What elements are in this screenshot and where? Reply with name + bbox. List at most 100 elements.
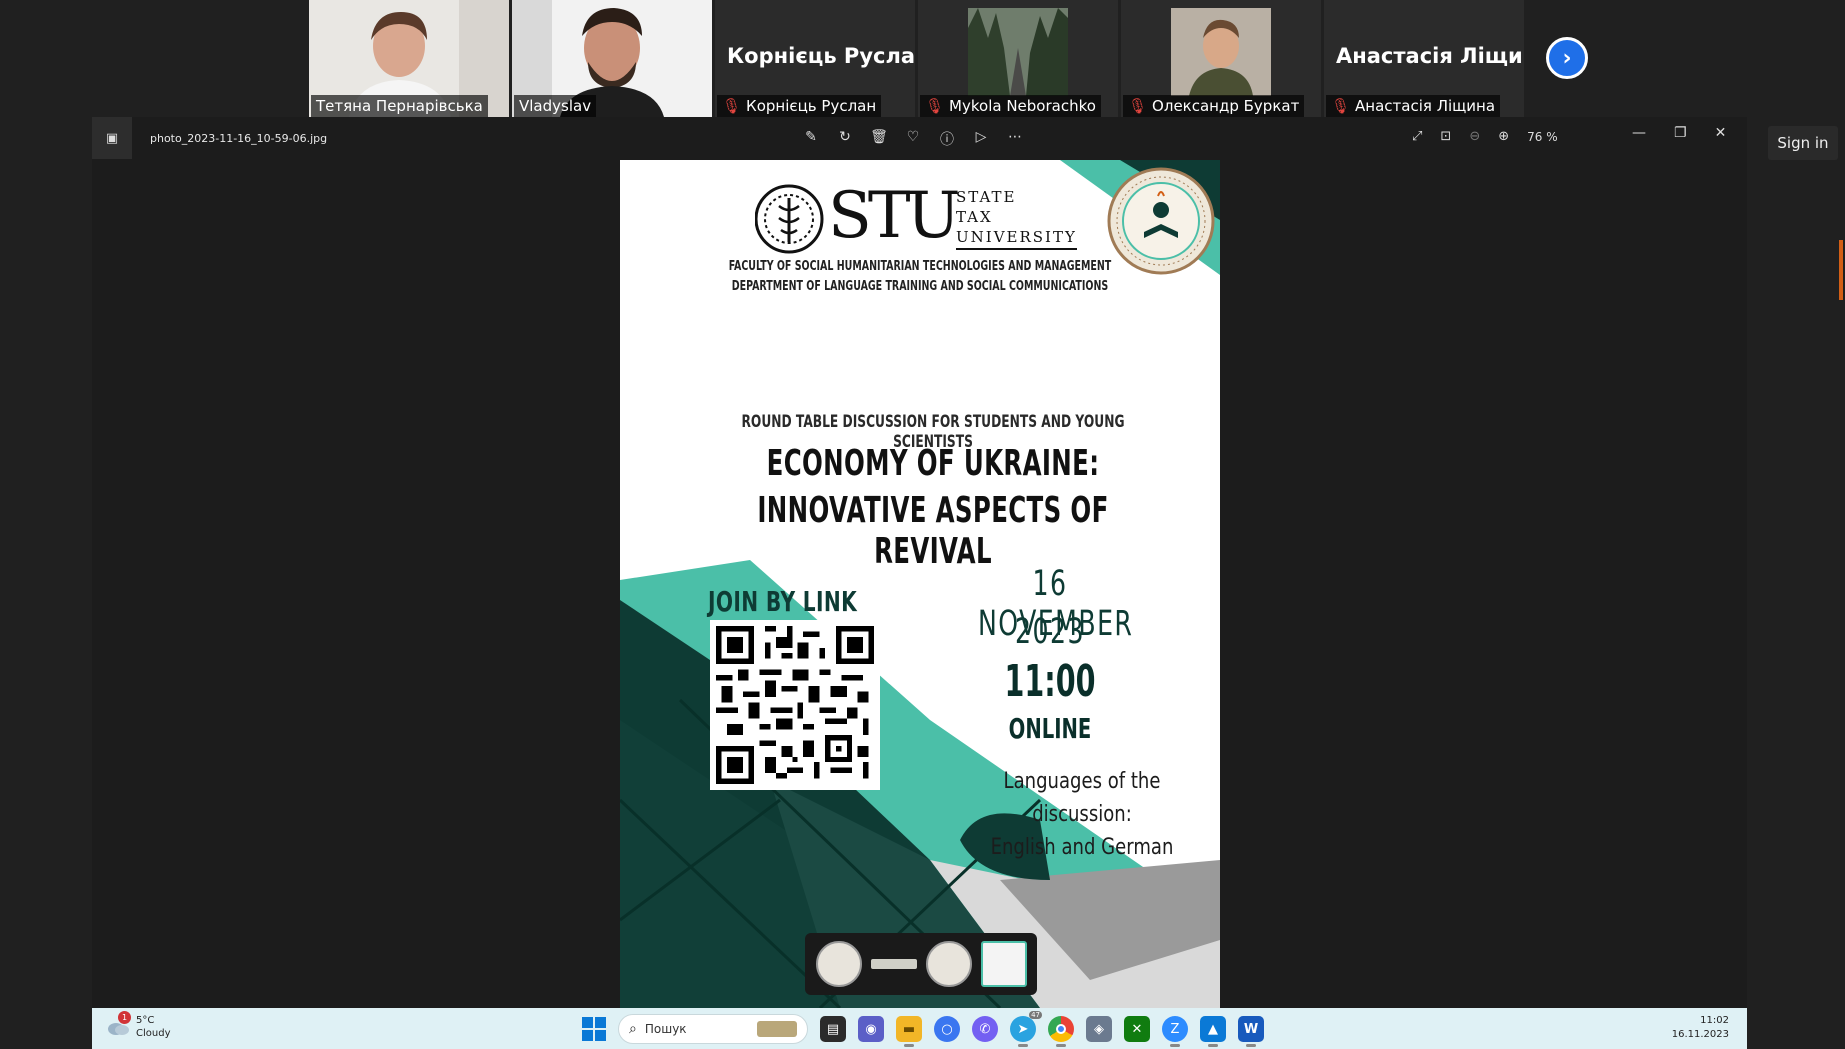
faculty-line-1: FACULTY OF SOCIAL HUMANITARIAN TECHNOLOG…	[728, 258, 1112, 274]
stu-letters: STU	[828, 179, 960, 253]
windows-taskbar: 1 5°C Cloudy ⌕ Пошук ▤ ◉ ▬ ○ ✆ ➤ 47 ◈ ✕ Z…	[92, 1008, 1747, 1049]
participant-tile[interactable]: 🎙 Mykola Neborachko	[918, 0, 1118, 117]
slideshow-icon[interactable]: ▷	[972, 129, 990, 149]
scroll-indicator	[1839, 240, 1843, 300]
task-view-icon[interactable]: ▤	[820, 1016, 846, 1042]
taskbar-apps: ⌕ Пошук ▤ ◉ ▬ ○ ✆ ➤ 47 ◈ ✕ Z ▲ W	[582, 1011, 1264, 1047]
participant-tile[interactable]: Корнієць Руслан 🎙 Корнієць Руслан	[715, 0, 915, 117]
qr-code	[710, 620, 880, 790]
poster-image: STU STATE TAX UNIVERSITY FACULTY OF SOCI…	[620, 160, 1220, 1008]
languages-label: Languages of the discussion:	[1003, 769, 1161, 827]
sign-in-button[interactable]: Sign in	[1768, 126, 1838, 160]
event-time: 11:00	[1004, 656, 1096, 707]
mic-off-icon: 🎙	[1128, 97, 1148, 115]
mic-off-icon: 🎙	[925, 97, 945, 115]
favorite-icon[interactable]: ♡	[904, 129, 922, 149]
stu-name-line2: TAX	[956, 208, 993, 226]
partner-logos	[805, 933, 1037, 995]
zoom-out-icon[interactable]: ⊖	[1469, 129, 1480, 144]
zoom-in-icon[interactable]: ⊕	[1498, 129, 1509, 144]
search-placeholder: Пошук	[644, 1022, 687, 1036]
poster-title-line-1: ECONOMY OF UKRAINE:	[766, 443, 1100, 484]
app-store-icon[interactable]: ◈	[1086, 1016, 1112, 1042]
word-icon[interactable]: W	[1238, 1016, 1264, 1047]
partner-seal-icon	[815, 941, 862, 987]
photos-app-icon[interactable]: ▣	[92, 117, 132, 159]
clock-date: 16.11.2023	[1671, 1029, 1729, 1040]
participant-tile[interactable]: Тетяна Пернарівська	[309, 0, 509, 117]
minimize-icon[interactable]: —	[1632, 125, 1646, 141]
actual-size-icon[interactable]: ⊡	[1440, 129, 1451, 144]
participant-tile-active[interactable]: Vladyslav	[512, 0, 712, 117]
participant-display-name: Анастасія Ліщи...	[1336, 44, 1524, 68]
weather-widget[interactable]: 1 5°C Cloudy	[106, 1011, 170, 1040]
system-clock[interactable]: 11:02 16.11.2023	[1672, 1014, 1729, 1042]
stu-name-line1: STATE	[956, 188, 1017, 206]
search-highlight-icon	[757, 1021, 797, 1037]
participant-name-label: 🎙 Mykola Neborachko	[920, 95, 1101, 117]
event-date-year: 2023	[1015, 612, 1085, 652]
notification-badge: 1	[118, 1011, 131, 1024]
chat-icon[interactable]: ◉	[858, 1016, 884, 1042]
viber-icon[interactable]: ✆	[972, 1016, 998, 1042]
more-icon[interactable]: ⋯	[1006, 129, 1024, 149]
participant-name: Тетяна Пернарівська	[311, 95, 488, 117]
participant-avatar	[1171, 8, 1271, 96]
zoom-icon[interactable]: Z	[1162, 1016, 1188, 1047]
rotate-icon[interactable]: ↻	[836, 129, 854, 149]
windows-start-icon[interactable]	[582, 1017, 606, 1041]
participant-name-label: 🎙 Анастасія Ліщина	[1326, 95, 1501, 117]
participant-tile[interactable]: 🎙 Олександр Буркат	[1121, 0, 1321, 117]
participant-name: Корнієць Руслан	[746, 97, 877, 115]
taskbar-search[interactable]: ⌕ Пошук	[618, 1014, 808, 1044]
weather-description: Cloudy	[136, 1028, 171, 1039]
participant-tile[interactable]: Анастасія Ліщи... 🎙Анастасія Ліщина	[1324, 0, 1524, 117]
participant-name: Анастасія Ліщина	[1355, 97, 1496, 115]
certificate-icon	[980, 941, 1027, 987]
participant-name-label: 🎙 Олександр Буркат	[1123, 95, 1305, 117]
zoom-level: 76 %	[1527, 129, 1558, 144]
stu-name-line3: UNIVERSITY	[956, 228, 1077, 250]
zoom-tools: ⤢ ⊡ ⊖ ⊕ 76 %	[1412, 129, 1558, 144]
poster-title-line-2: INNOVATIVE ASPECTS OF REVIVAL	[757, 490, 1109, 572]
languages-value: English and German	[990, 835, 1174, 860]
viewer-tools: ✎ ↻ 🗑 ♡ ⓘ ▷ ⋯	[802, 129, 1024, 149]
photos-icon[interactable]: ▲	[1200, 1016, 1226, 1047]
participant-avatar	[968, 8, 1068, 96]
join-by-link-label: JOIN BY LINK	[708, 585, 858, 618]
chrome-icon[interactable]	[1048, 1016, 1074, 1047]
participant-name: Mykola Neborachko	[949, 97, 1096, 115]
participant-name-label: 🎙 Корнієць Руслан	[717, 95, 882, 117]
partner-seal-icon	[925, 941, 972, 987]
chevron-right-icon[interactable]: ›	[1546, 37, 1588, 79]
fullscreen-icon[interactable]: ⤢	[1412, 129, 1422, 144]
event-mode: ONLINE	[1008, 712, 1092, 745]
telegram-icon[interactable]: ➤ 47	[1010, 1011, 1042, 1047]
close-icon[interactable]: ✕	[1715, 125, 1727, 141]
xbox-icon[interactable]: ✕	[1124, 1016, 1150, 1042]
mic-off-icon: 🎙	[1331, 97, 1351, 115]
mic-off-icon: 🎙	[722, 97, 742, 115]
edit-icon[interactable]: ✎	[802, 129, 820, 149]
delete-icon[interactable]: 🗑	[870, 129, 888, 149]
partner-banner-icon	[870, 959, 917, 969]
file-name: photo_2023-11-16_10-59-06.jpg	[150, 131, 328, 145]
participant-display-name: Корнієць Руслан	[727, 44, 915, 68]
search-icon: ⌕	[629, 1021, 637, 1037]
desktop: Тетяна Пернарівська Vladyslav Корнієць Р…	[0, 0, 1845, 1049]
weather-text: 5°C Cloudy	[136, 1014, 170, 1040]
telegram-badge: 47	[1029, 1011, 1042, 1019]
file-explorer-icon[interactable]: ▬	[896, 1016, 922, 1047]
restore-icon[interactable]: ❐	[1674, 125, 1687, 141]
faculty-line-2: DEPARTMENT OF LANGUAGE TRAINING AND SOCI…	[731, 278, 1109, 294]
participant-name: Олександр Буркат	[1152, 97, 1300, 115]
weather-temperature: 5°C	[136, 1015, 155, 1026]
signal-icon[interactable]: ○	[934, 1016, 960, 1042]
participant-name: Vladyslav	[514, 95, 597, 117]
qr-code-graphic	[716, 626, 874, 784]
info-icon[interactable]: ⓘ	[938, 129, 956, 149]
participant-strip: Тетяна Пернарівська Vladyslav Корнієць Р…	[309, 0, 1524, 117]
clock-time: 11:02	[1700, 1015, 1729, 1026]
window-controls: — ❐ ✕	[1632, 125, 1726, 141]
languages-info: Languages of the discussion: English and…	[959, 765, 1205, 864]
